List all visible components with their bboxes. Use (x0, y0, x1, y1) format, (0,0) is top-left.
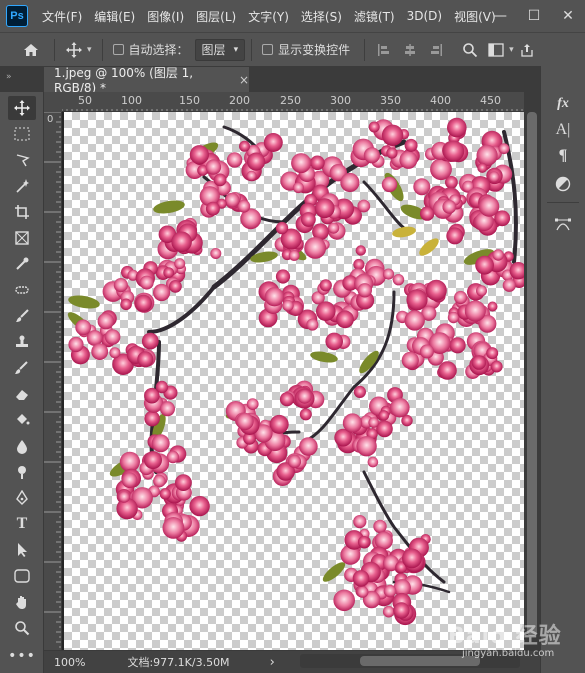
magic-wand-tool-icon[interactable] (8, 174, 36, 198)
path-selection-tool-icon[interactable] (8, 538, 36, 562)
menu-bar: Ps 文件(F) 编辑(E) 图像(I) 图层(L) 文字(Y) 选择(S) 滤… (0, 0, 585, 32)
brush-tool-icon[interactable] (8, 304, 36, 328)
status-menu-arrow[interactable]: › (270, 655, 275, 670)
collapse-arrows-icon[interactable]: » (6, 72, 12, 82)
close-window-button[interactable]: ✕ (551, 0, 585, 32)
document-canvas[interactable] (64, 112, 527, 650)
paths-panel-icon[interactable] (549, 212, 577, 236)
ruler-label: 100 (121, 94, 142, 107)
lasso-tool-icon[interactable] (8, 148, 36, 172)
workspace-icon[interactable] (483, 37, 509, 63)
move-tool-preset-icon[interactable] (61, 37, 87, 63)
share-icon[interactable] (514, 37, 540, 63)
more-tools-icon[interactable]: ••• (8, 644, 36, 668)
layer-dropdown-value: 图层 (201, 43, 226, 57)
eraser-tool-icon[interactable] (8, 382, 36, 406)
vertical-scrollbar-thumb[interactable] (527, 112, 537, 636)
healing-brush-tool-icon[interactable] (8, 278, 36, 302)
ruler-label: 250 (280, 94, 301, 107)
zoom-level[interactable]: 100% (54, 656, 85, 669)
menu-file[interactable]: 文件(F) (36, 8, 88, 25)
watermark: Baid 经验 (448, 624, 562, 649)
watermark-url: jingyan.baidu.com (462, 648, 555, 659)
layer-dropdown[interactable]: 图层 ▾ (194, 38, 246, 61)
ruler-label: 50 (78, 94, 92, 107)
marquee-tool-icon[interactable] (8, 122, 36, 146)
chevron-down-icon[interactable]: ▾ (87, 45, 92, 55)
menu-edit[interactable]: 编辑(E) (88, 8, 141, 25)
move-tool-icon[interactable] (8, 96, 36, 120)
menu-filter[interactable]: 滤镜(T) (348, 8, 401, 25)
character-panel-icon[interactable]: A| (549, 118, 577, 142)
paint-bucket-tool-icon[interactable] (8, 408, 36, 432)
photoshop-logo: Ps (6, 5, 28, 27)
chevron-down-icon: ▾ (233, 44, 239, 55)
type-tool-icon[interactable]: T (8, 512, 36, 536)
auto-select-checkbox[interactable] (112, 44, 124, 55)
show-transform-label: 显示变换控件 (278, 43, 351, 57)
ruler-label: 400 (430, 94, 451, 107)
blur-tool-icon[interactable] (8, 434, 36, 458)
fx-styles-icon[interactable]: fx (549, 92, 577, 116)
hand-tool-icon[interactable] (8, 590, 36, 614)
dodge-tool-icon[interactable] (8, 460, 36, 484)
tab-document[interactable]: 1.jpeg @ 100% (图层 1, RGB/8) * × (44, 66, 249, 95)
stamp-tool-icon[interactable] (8, 330, 36, 354)
auto-select-label: 自动选择： (128, 43, 189, 57)
menu-type[interactable]: 文字(Y) (242, 8, 295, 25)
ruler-label: 350 (380, 94, 401, 107)
adjustments-icon[interactable] (549, 172, 577, 196)
show-transform-checkbox[interactable] (262, 44, 274, 55)
menu-layer[interactable]: 图层(L) (190, 8, 242, 25)
maximize-button[interactable]: ☐ (517, 0, 551, 32)
options-bar: ▾ 自动选择： 图层 ▾ 显示变换控件 ▾ (0, 32, 585, 66)
document-info[interactable]: 文档:977.1K/3.50M (127, 654, 229, 670)
align-right-icon[interactable] (423, 37, 449, 63)
tools-panel: T ••• (0, 92, 44, 673)
ruler-label: 200 (229, 94, 250, 107)
ruler-label: 300 (330, 94, 351, 107)
align-left-icon[interactable] (371, 37, 397, 63)
frame-tool-icon[interactable] (8, 226, 36, 250)
vertical-ruler: 0 (44, 112, 62, 650)
pen-tool-icon[interactable] (8, 486, 36, 510)
ruler-label: 450 (480, 94, 501, 107)
home-icon[interactable] (18, 37, 44, 63)
ruler-label: 150 (179, 94, 200, 107)
menu-image[interactable]: 图像(I) (141, 8, 190, 25)
menu-3d[interactable]: 3D(D) (401, 9, 448, 23)
minimize-button[interactable]: — (483, 0, 517, 32)
document-title: 1.jpeg @ 100% (图层 1, RGB/8) * (54, 66, 194, 95)
menu-select[interactable]: 选择(S) (295, 8, 348, 25)
paragraph-panel-icon[interactable]: ¶ (549, 144, 577, 168)
ruler-corner (44, 92, 62, 112)
rectangle-tool-icon[interactable] (8, 564, 36, 588)
search-icon[interactable] (457, 37, 483, 63)
cherry-blossom-image (67, 117, 527, 626)
align-center-icon[interactable] (397, 37, 423, 63)
window-controls: — ☐ ✕ (483, 0, 585, 32)
eyedropper-tool-icon[interactable] (8, 252, 36, 276)
right-panel-dock: fx A| ¶ (540, 66, 585, 673)
close-tab-icon[interactable]: × (239, 73, 249, 87)
horizontal-ruler: 50 100 150 200 250 300 350 400 450 (62, 92, 524, 112)
history-brush-tool-icon[interactable] (8, 356, 36, 380)
zoom-tool-icon[interactable] (8, 616, 36, 640)
crop-tool-icon[interactable] (8, 200, 36, 224)
